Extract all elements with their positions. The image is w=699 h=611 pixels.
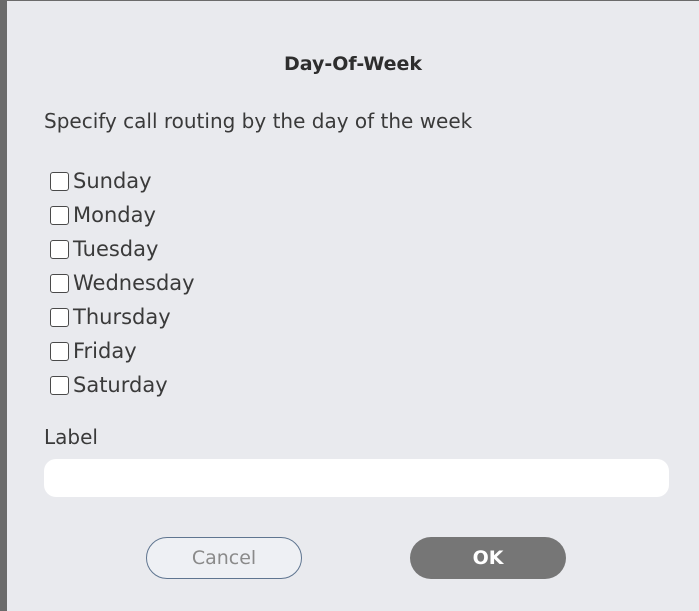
day-checkbox-list: Sunday Monday Tuesday Wednesday Thursday… — [50, 164, 195, 402]
day-option-sunday[interactable]: Sunday — [50, 164, 195, 198]
ok-button[interactable]: OK — [410, 537, 566, 579]
day-label: Thursday — [73, 305, 171, 329]
day-option-friday[interactable]: Friday — [50, 334, 195, 368]
saturday-checkbox[interactable] — [50, 375, 69, 395]
day-label: Wednesday — [73, 271, 195, 295]
cancel-button[interactable]: Cancel — [146, 537, 302, 579]
wednesday-checkbox[interactable] — [50, 273, 69, 293]
day-label: Monday — [73, 203, 156, 227]
friday-checkbox[interactable] — [50, 341, 69, 361]
day-option-wednesday[interactable]: Wednesday — [50, 266, 195, 300]
day-of-week-dialog: Day-Of-Week Specify call routing by the … — [0, 0, 699, 611]
day-option-thursday[interactable]: Thursday — [50, 300, 195, 334]
tuesday-checkbox[interactable] — [50, 239, 69, 259]
sunday-checkbox[interactable] — [50, 171, 69, 191]
thursday-checkbox[interactable] — [50, 307, 69, 327]
label-input[interactable] — [44, 459, 669, 497]
day-label: Tuesday — [73, 237, 159, 261]
day-option-monday[interactable]: Monday — [50, 198, 195, 232]
monday-checkbox[interactable] — [50, 205, 69, 225]
day-label: Saturday — [73, 373, 168, 397]
label-field-title: Label — [44, 425, 98, 449]
dialog-title: Day-Of-Week — [283, 53, 423, 75]
day-option-tuesday[interactable]: Tuesday — [50, 232, 195, 266]
day-label: Friday — [73, 339, 137, 363]
day-label: Sunday — [73, 169, 152, 193]
dialog-description: Specify call routing by the day of the w… — [44, 109, 473, 133]
day-option-saturday[interactable]: Saturday — [50, 368, 195, 402]
